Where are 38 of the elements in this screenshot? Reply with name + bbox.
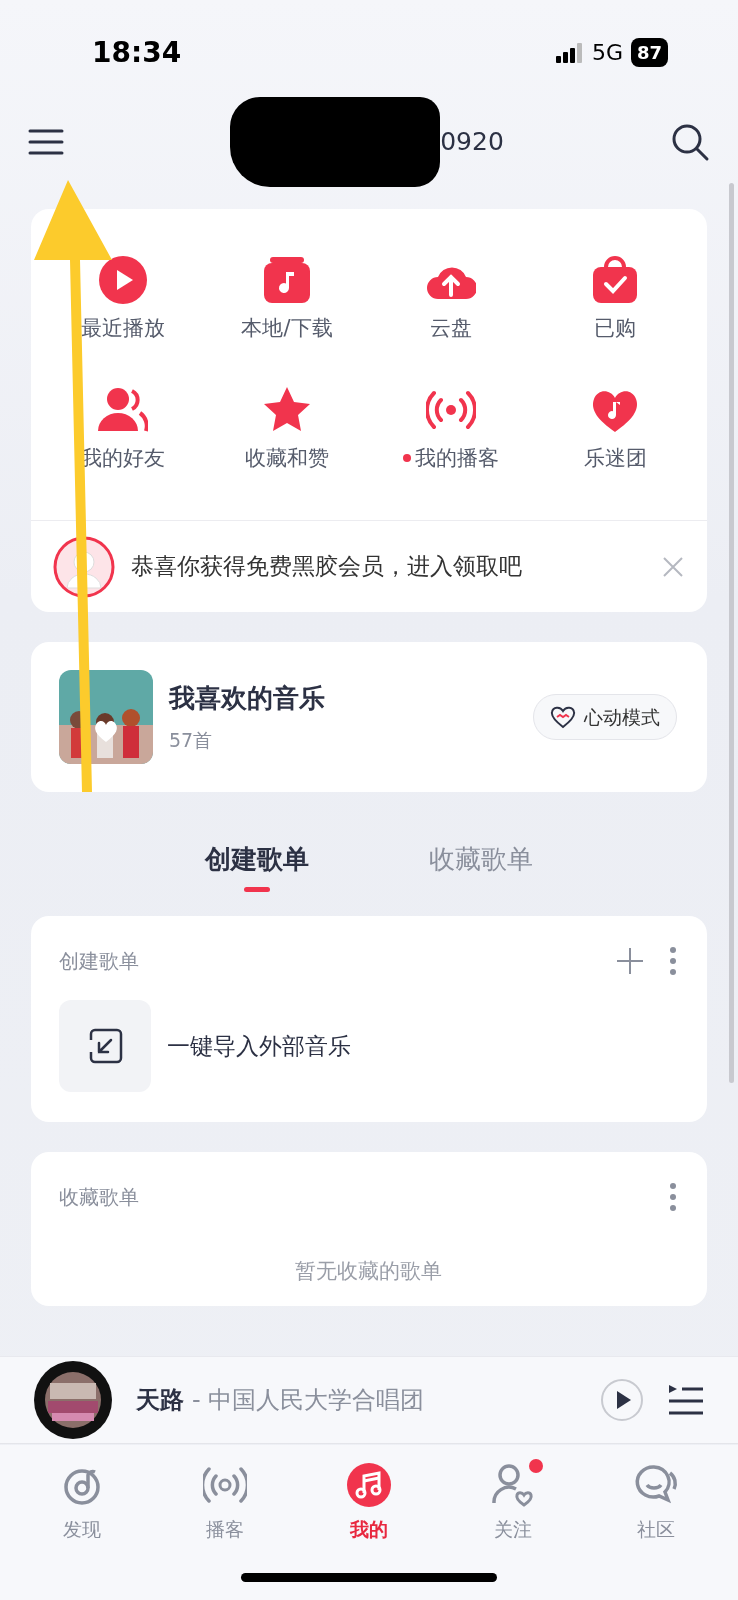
song-title[interactable]: 天路 (136, 1382, 184, 1418)
network-label: 5G (591, 39, 623, 67)
section-title: 收藏歌单 (59, 1184, 139, 1211)
playlist-tab[interactable]: 创建歌单 (205, 840, 309, 879)
heart-icon (550, 705, 576, 729)
more-icon[interactable] (669, 1182, 677, 1212)
promo-message[interactable]: 恭喜你获得免费黑胶会员，进入领取吧 (131, 549, 645, 584)
plus-icon[interactable] (615, 946, 645, 976)
battery-level: 87 (630, 38, 668, 67)
search-icon[interactable] (670, 122, 710, 162)
empty-message: 暂无收藏的歌单 (294, 1259, 442, 1283)
shortcut-label[interactable]: 已购 (594, 313, 636, 345)
section-title: 创建歌单 (59, 948, 139, 975)
clock-time: 18:34 (92, 34, 182, 71)
heartbeat-mode-button[interactable]: 心动模式 (533, 693, 677, 741)
music-box-icon[interactable] (262, 255, 312, 305)
import-label[interactable]: 一键导入外部音乐 (167, 1028, 351, 1064)
signal-icon (555, 42, 584, 63)
playlist-icon[interactable] (668, 1384, 704, 1416)
playlist-title[interactable]: 我喜欢的音乐 (169, 679, 517, 719)
shortcut-label[interactable]: 本地/下载 (241, 313, 333, 345)
song-count: 57首 (169, 728, 214, 754)
username[interactable]: 0920 (440, 123, 504, 161)
artist-name: - 中国人民大学合唱团 (192, 1385, 425, 1416)
shortcut-label[interactable]: 乐迷团 (583, 442, 647, 474)
liked-card[interactable]: 我喜欢的音乐 57首 心动模式 (31, 642, 707, 792)
menu-icon[interactable] (28, 127, 64, 157)
play-icon[interactable] (600, 1378, 644, 1422)
tab-underline (244, 887, 270, 892)
import-tile[interactable] (59, 1000, 151, 1092)
shortcut-label[interactable]: 我的播客 (415, 442, 499, 474)
shortcut-label[interactable]: 收藏和赞 (245, 442, 329, 474)
shopping-bag-icon[interactable] (590, 255, 640, 305)
tab-bar-item[interactable]: 我的 (319, 1463, 419, 1544)
more-icon[interactable] (669, 946, 677, 976)
music-note-icon (347, 1463, 391, 1507)
person-heart-icon (490, 1463, 535, 1507)
shortcut-label[interactable]: 云盘 (430, 313, 472, 345)
